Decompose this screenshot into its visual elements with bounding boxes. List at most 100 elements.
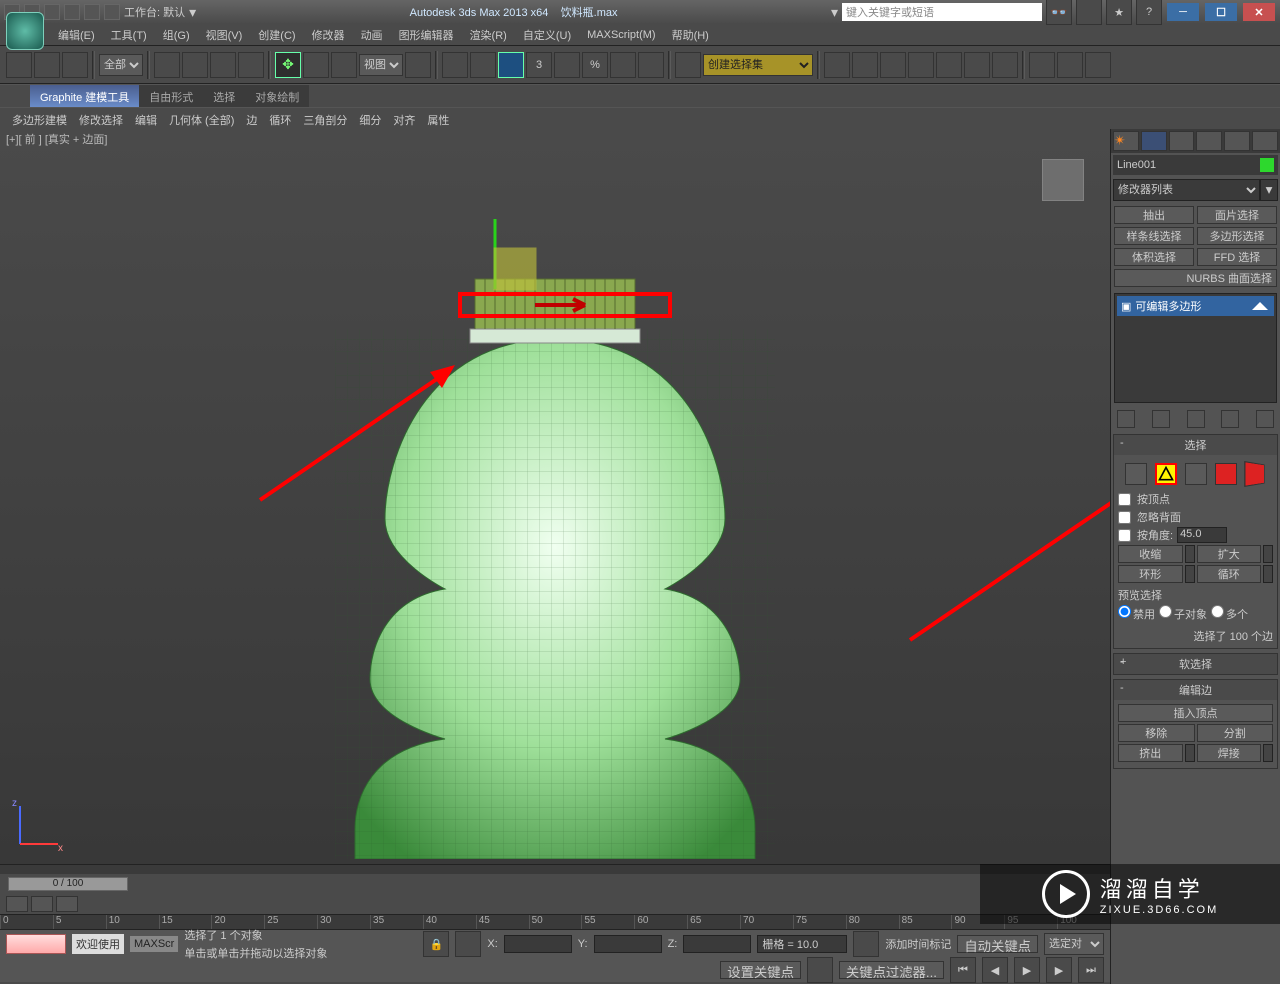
preview-multi-radio[interactable]: [1211, 605, 1224, 618]
ignore-backface-checkbox[interactable]: [1118, 511, 1131, 524]
modifier-list[interactable]: 修改器列表 ▾: [1113, 179, 1278, 201]
remove-button[interactable]: 移除: [1118, 724, 1195, 742]
key-target-select[interactable]: 选定对: [1044, 933, 1104, 955]
qat-redo-icon[interactable]: [84, 4, 100, 20]
weld-button[interactable]: 焊接: [1197, 744, 1262, 762]
use-pivot-center-icon[interactable]: [405, 52, 431, 78]
ribbon-panel-poly[interactable]: 多边形建模: [6, 108, 73, 129]
goto-start-icon[interactable]: ⏮: [950, 957, 976, 983]
next-frame-icon[interactable]: ▶: [1046, 957, 1072, 983]
search-icon[interactable]: 👓: [1046, 0, 1072, 25]
ribbon-panel-props[interactable]: 属性: [421, 108, 455, 129]
by-vertex-checkbox[interactable]: [1118, 493, 1131, 506]
modifier-list-dropdown-icon[interactable]: ▾: [1260, 179, 1278, 201]
lock-selection-icon[interactable]: 🔒: [423, 931, 449, 957]
render-production-icon[interactable]: [1085, 52, 1111, 78]
menu-render[interactable]: 渲染(R): [462, 24, 515, 46]
favorites-icon[interactable]: ★: [1106, 0, 1132, 25]
tab-display-icon[interactable]: [1224, 131, 1250, 151]
comm-center-icon[interactable]: [1076, 0, 1102, 25]
window-minimize[interactable]: ─: [1167, 3, 1199, 21]
window-maximize[interactable]: ☐: [1205, 3, 1237, 21]
qb-extract[interactable]: 抽出: [1114, 206, 1194, 224]
help-search-input[interactable]: 键入关键字或短语: [842, 3, 1042, 21]
edit-named-sel-icon[interactable]: [638, 52, 664, 78]
qb-ffd-sel[interactable]: FFD 选择: [1197, 248, 1277, 266]
select-rotate-icon[interactable]: [303, 52, 329, 78]
coord-z-input[interactable]: [683, 935, 751, 953]
tab-modify-icon[interactable]: [1141, 131, 1167, 151]
workspace-label[interactable]: 工作台: 默认: [124, 4, 185, 20]
prev-frame-icon[interactable]: ◀: [982, 957, 1008, 983]
menu-create[interactable]: 创建(C): [250, 24, 303, 46]
render-frame-icon[interactable]: [1057, 52, 1083, 78]
menu-modifiers[interactable]: 修改器: [304, 24, 353, 46]
menu-graph[interactable]: 图形编辑器: [391, 24, 462, 46]
loop-button[interactable]: 循环: [1197, 565, 1262, 583]
rollout-edit-edges-header[interactable]: 编辑边: [1114, 680, 1277, 700]
menu-animation[interactable]: 动画: [353, 24, 391, 46]
abc-icon[interactable]: [675, 52, 701, 78]
menu-maxscript[interactable]: MAXScript(M): [579, 26, 663, 44]
menu-customize[interactable]: 自定义(U): [515, 24, 579, 46]
time-slider-thumb[interactable]: 0 / 100: [8, 877, 128, 891]
named-selection-sets[interactable]: 创建选择集: [703, 54, 813, 76]
auto-key-button[interactable]: 自动关键点: [957, 935, 1038, 953]
graphite-icon[interactable]: [908, 52, 934, 78]
angle-snap-icon[interactable]: 3: [526, 52, 552, 78]
subobj-poly-icon[interactable]: [1215, 463, 1237, 485]
add-time-tag[interactable]: 添加时间标记: [885, 936, 951, 952]
viewcube[interactable]: [1042, 159, 1084, 201]
schematic-view-icon[interactable]: [964, 52, 990, 78]
shrink-button[interactable]: 收缩: [1118, 545, 1183, 563]
tab-utilities-icon[interactable]: [1252, 131, 1278, 151]
select-icon[interactable]: [154, 52, 180, 78]
align-icon[interactable]: [852, 52, 878, 78]
modifier-list-select[interactable]: 修改器列表: [1113, 179, 1260, 201]
object-name-field[interactable]: Line001: [1113, 155, 1278, 175]
maxscript-label[interactable]: MAXScr: [130, 936, 178, 952]
split-button[interactable]: 分割: [1197, 724, 1274, 742]
keyboard-shortcut-icon[interactable]: [470, 52, 496, 78]
select-by-name-icon[interactable]: [182, 52, 208, 78]
stack-item-editable-poly[interactable]: ▣ 可编辑多边形: [1117, 296, 1274, 316]
rollout-soft-header[interactable]: +软选择: [1114, 654, 1277, 674]
bottle-model[interactable]: y: [275, 219, 835, 859]
stack-expand-icon[interactable]: ▣: [1121, 300, 1131, 313]
window-close[interactable]: ✕: [1243, 3, 1275, 21]
ribbon-panel-geom[interactable]: 几何体 (全部): [163, 108, 240, 129]
set-key-button[interactable]: 设置关键点: [720, 961, 801, 979]
by-angle-checkbox[interactable]: [1118, 529, 1131, 542]
subobj-border-icon[interactable]: [1185, 463, 1207, 485]
ref-coord-sys[interactable]: 视图: [359, 54, 403, 76]
edged-faces-icon[interactable]: [610, 52, 636, 78]
unlink-icon[interactable]: [34, 52, 60, 78]
viewport-scrollbar[interactable]: [0, 864, 1110, 874]
percent-snap-icon[interactable]: [554, 52, 580, 78]
set-key-icon[interactable]: [807, 957, 833, 983]
object-color-swatch[interactable]: [1260, 158, 1274, 172]
coord-x-input[interactable]: [504, 935, 572, 953]
preview-off-radio[interactable]: [1118, 605, 1131, 618]
bind-spacewarp-icon[interactable]: [62, 52, 88, 78]
workspace-dropdown-icon[interactable]: ▾: [189, 4, 196, 21]
subobj-edge-icon[interactable]: [1155, 463, 1177, 485]
shrink-spinner[interactable]: [1185, 545, 1195, 563]
tab-create-icon[interactable]: ✴: [1113, 131, 1139, 151]
remove-modifier-icon[interactable]: [1221, 410, 1239, 428]
ribbon-panel-tri[interactable]: 三角剖分: [297, 108, 353, 129]
qat-save-icon[interactable]: [44, 4, 60, 20]
play-icon[interactable]: ▶: [1014, 957, 1040, 983]
extrude-button[interactable]: 挤出: [1118, 744, 1183, 762]
key-filter-icon[interactable]: [31, 896, 53, 912]
help-icon[interactable]: ?: [1136, 0, 1162, 25]
layers-icon[interactable]: [880, 52, 906, 78]
subobj-vertex-icon[interactable]: [1125, 463, 1147, 485]
mirror-icon[interactable]: [824, 52, 850, 78]
time-ruler[interactable]: 0 5 10 15 20 25 30 35 40 45 50 55 60 65 …: [0, 914, 1110, 930]
qb-patch-sel[interactable]: 面片选择: [1197, 206, 1277, 224]
modifier-stack[interactable]: ▣ 可编辑多边形: [1114, 293, 1277, 403]
qb-poly-sel[interactable]: 多边形选择: [1197, 227, 1277, 245]
qb-spline-sel[interactable]: 样条线选择: [1114, 227, 1194, 245]
select-scale-icon[interactable]: [331, 52, 357, 78]
